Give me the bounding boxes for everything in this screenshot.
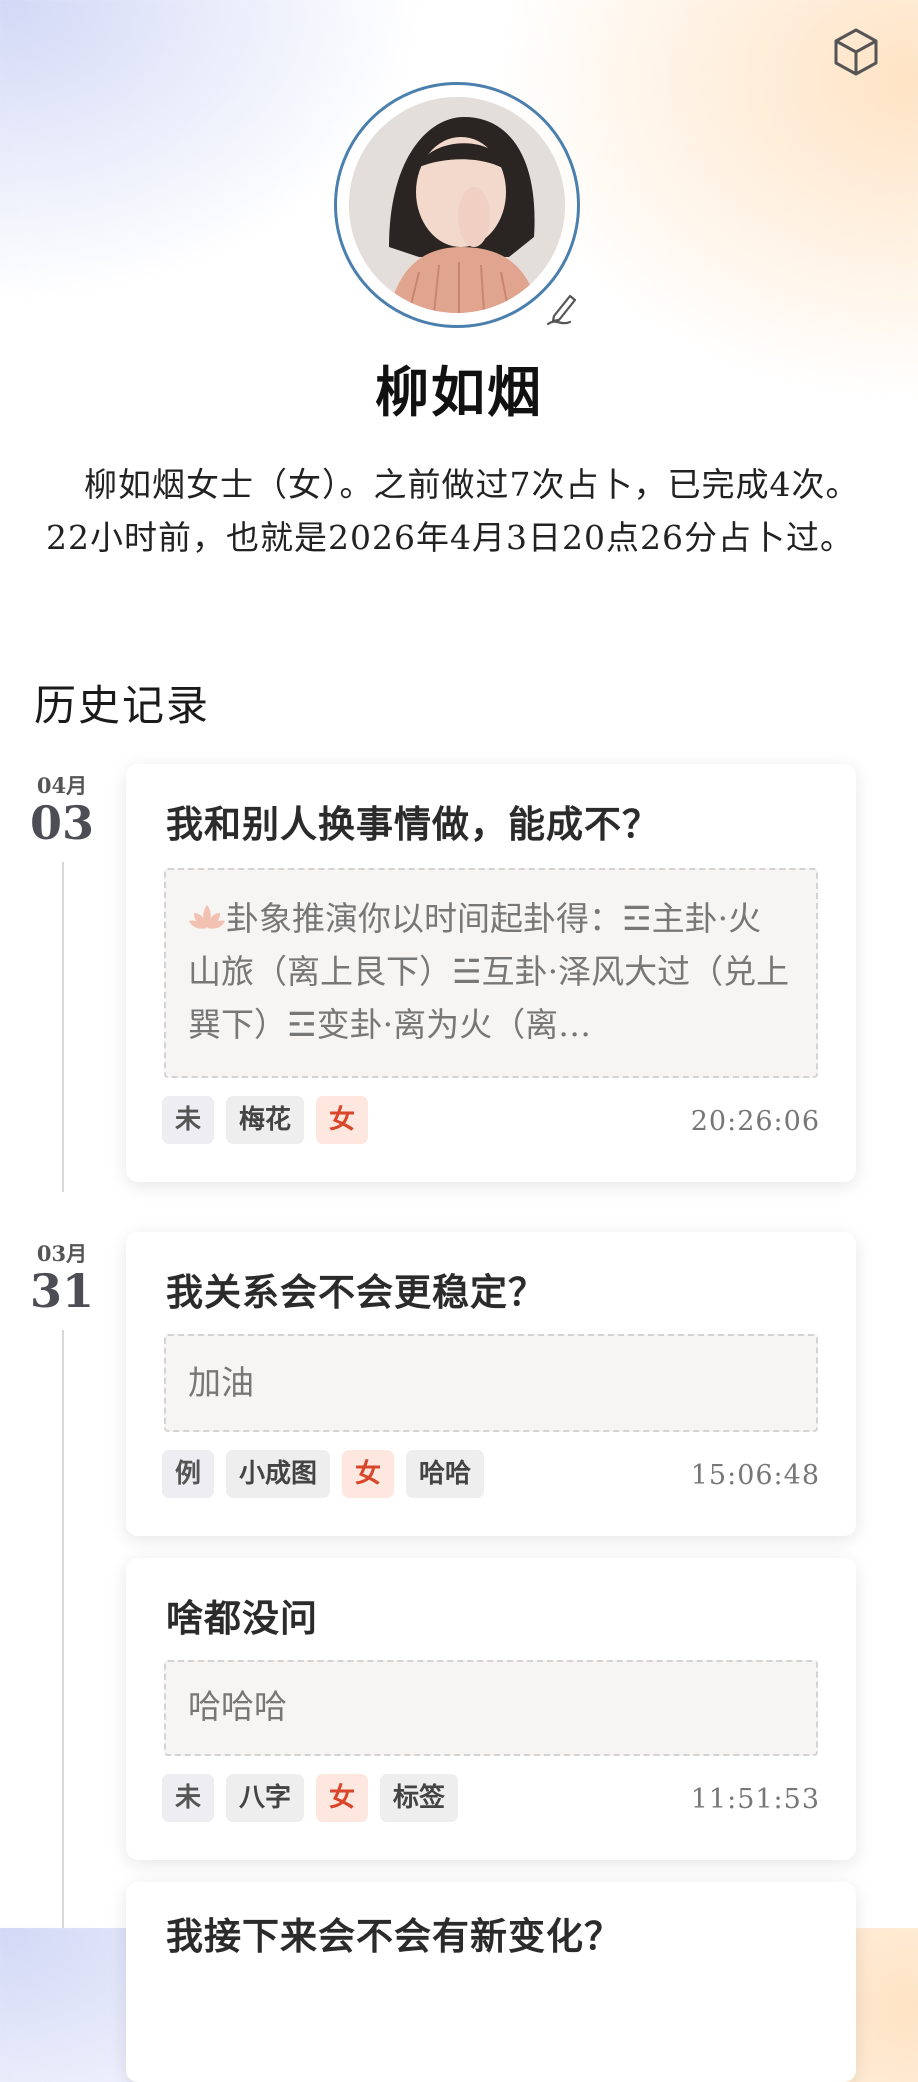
tag: 标签 xyxy=(380,1774,459,1822)
tag: 例 xyxy=(162,1450,215,1498)
record-content: 卦象推演你以时间起卦得：☲主卦·火山旅（离上艮下）☱互卦·泽风大过（兑上巽下）☲… xyxy=(164,868,818,1078)
record-time: 11:51:53 xyxy=(690,1784,820,1815)
record-card[interactable]: 啥都没问 哈哈哈 未 八字 女 标签 11:51:53 xyxy=(126,1558,856,1860)
tag: 未 xyxy=(162,1774,215,1822)
record-tags: 未 梅花 女 xyxy=(162,1096,369,1144)
tag: 八字 xyxy=(226,1774,305,1822)
cube-icon[interactable] xyxy=(830,26,882,78)
record-time: 20:26:06 xyxy=(690,1106,820,1137)
avatar[interactable] xyxy=(349,97,565,313)
tag: 小成图 xyxy=(226,1450,331,1498)
profile-name: 柳如烟 xyxy=(375,360,543,424)
record-card[interactable]: 我和别人换事情做，能成不？ 卦象推演你以时间起卦得：☲主卦·火山旅（离上艮下）☱… xyxy=(126,764,856,1182)
timeline-line xyxy=(62,862,64,1192)
record-time: 15:06:48 xyxy=(690,1460,820,1491)
tag: 哈哈 xyxy=(406,1450,485,1498)
lotus-icon xyxy=(188,895,226,929)
profile-bio: 柳如烟女士（女）。之前做过7次占卜，已完成4次。22小时前，也就是2026年4月… xyxy=(46,465,860,557)
tag-gender: 女 xyxy=(316,1096,369,1144)
date-day: 31 xyxy=(29,1264,94,1318)
record-title: 我接下来会不会有新变化？ xyxy=(166,1914,622,1958)
tag: 未 xyxy=(162,1096,215,1144)
record-card[interactable]: 我接下来会不会有新变化？ xyxy=(126,1882,856,2082)
tag-gender: 女 xyxy=(342,1450,395,1498)
edit-pen-icon[interactable] xyxy=(542,288,582,328)
timeline-line xyxy=(62,1330,64,1928)
record-tags: 例 小成图 女 哈哈 xyxy=(162,1450,485,1498)
record-card[interactable]: 我关系会不会更稳定？ 加油 例 小成图 女 哈哈 15:06:48 xyxy=(126,1232,856,1536)
record-title: 我关系会不会更稳定？ xyxy=(166,1270,546,1314)
avatar-container[interactable] xyxy=(334,82,580,328)
record-title: 我和别人换事情做，能成不？ xyxy=(166,802,660,846)
history-section-title: 历史记录 xyxy=(34,681,211,730)
record-title: 啥都没问 xyxy=(166,1596,318,1640)
record-content: 加油 xyxy=(164,1334,818,1432)
tag: 梅花 xyxy=(226,1096,305,1144)
record-content: 哈哈哈 xyxy=(164,1660,818,1756)
tag-gender: 女 xyxy=(316,1774,369,1822)
record-tags: 未 八字 女 标签 xyxy=(162,1774,459,1822)
date-day: 03 xyxy=(29,796,94,850)
